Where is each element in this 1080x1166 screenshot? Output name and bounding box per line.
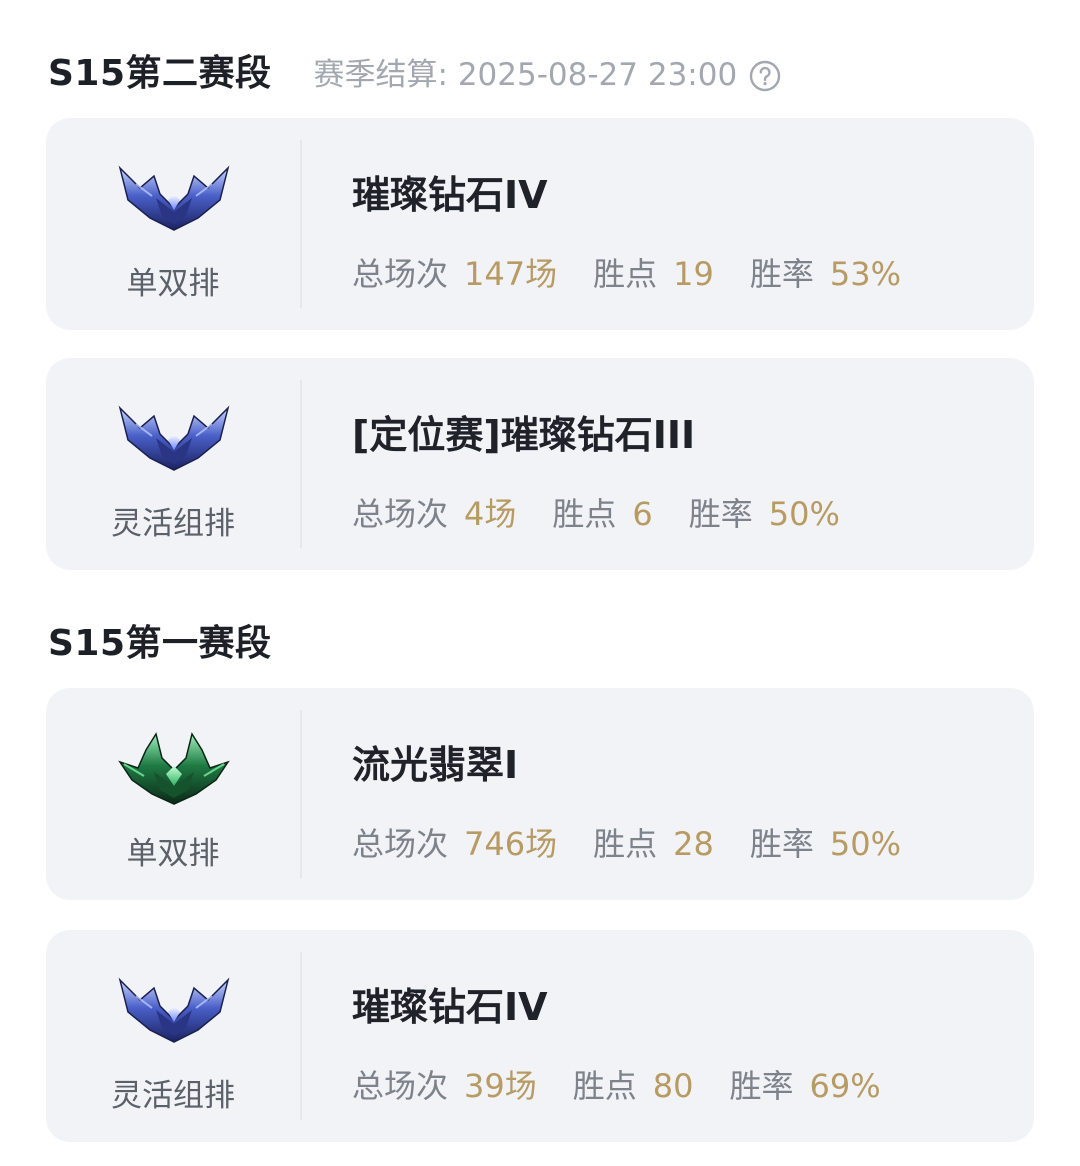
season-title: S15第二赛段 bbox=[48, 53, 272, 94]
rank-card[interactable]: 灵活组排 [定位赛]璀璨钻石III 总场次 4场 胜点 6 胜率 50% bbox=[46, 358, 1034, 570]
queue-type-label: 灵活组排 bbox=[111, 1078, 235, 1114]
league-points-stat: 胜点 28 bbox=[593, 819, 714, 865]
win-rate-stat: 胜率 53% bbox=[750, 249, 901, 295]
queue-type-label: 单双排 bbox=[126, 836, 220, 872]
league-points-value: 80 bbox=[652, 1067, 694, 1105]
diamond-emblem-icon bbox=[118, 977, 230, 1043]
rank-column: 单双排 bbox=[46, 688, 300, 900]
total-games-label: 总场次 bbox=[352, 825, 449, 863]
diamond-emblem-icon bbox=[118, 405, 230, 471]
queue-type-label: 灵活组排 bbox=[111, 506, 235, 542]
win-rate-value: 50% bbox=[829, 825, 901, 863]
divider bbox=[300, 952, 302, 1120]
total-games-label: 总场次 bbox=[352, 495, 449, 533]
league-points-value: 19 bbox=[673, 255, 714, 293]
rank-card[interactable]: 灵活组排 璀璨钻石IV 总场次 39场 胜点 80 胜率 69% bbox=[46, 930, 1034, 1142]
rank-column: 单双排 bbox=[46, 118, 300, 330]
divider bbox=[300, 710, 302, 878]
rank-name: 璀璨钻石IV bbox=[352, 173, 548, 217]
rank-info: 流光翡翠I 总场次 746场 胜点 28 胜率 50% bbox=[352, 734, 937, 865]
season-settle-text: 赛季结算: 2025-08-27 23:00 bbox=[313, 57, 738, 93]
rank-column: 灵活组排 bbox=[46, 930, 300, 1142]
win-rate-label: 胜率 bbox=[688, 495, 753, 533]
win-rate-value: 50% bbox=[768, 495, 840, 533]
win-rate-label: 胜率 bbox=[749, 255, 814, 293]
total-games-stat: 总场次 746场 bbox=[352, 819, 557, 865]
league-points-label: 胜点 bbox=[552, 495, 617, 533]
total-games-stat: 总场次 147场 bbox=[352, 249, 557, 295]
question-circle-icon[interactable] bbox=[749, 60, 781, 92]
rank-column: 灵活组排 bbox=[46, 358, 300, 570]
rank-info: 璀璨钻石IV 总场次 147场 胜点 19 胜率 53% bbox=[352, 164, 937, 295]
rank-info: [定位赛]璀璨钻石III 总场次 4场 胜点 6 胜率 50% bbox=[352, 404, 876, 535]
total-games-value: 4场 bbox=[464, 495, 517, 533]
win-rate-stat: 胜率 50% bbox=[689, 489, 840, 535]
total-games-value: 746场 bbox=[464, 825, 558, 863]
rank-name: 流光翡翠I bbox=[352, 743, 519, 787]
league-points-stat: 胜点 19 bbox=[593, 249, 714, 295]
league-points-label: 胜点 bbox=[593, 825, 658, 863]
divider bbox=[300, 140, 302, 308]
rank-card[interactable]: 单双排 流光翡翠I 总场次 746场 胜点 28 胜率 50% bbox=[46, 688, 1034, 900]
total-games-value: 147场 bbox=[464, 255, 558, 293]
league-points-value: 6 bbox=[632, 495, 653, 533]
rank-info: 璀璨钻石IV 总场次 39场 胜点 80 胜率 69% bbox=[352, 976, 917, 1107]
league-points-value: 28 bbox=[673, 825, 714, 863]
league-points-label: 胜点 bbox=[572, 1067, 637, 1105]
emerald-emblem-icon bbox=[118, 732, 230, 805]
league-points-stat: 胜点 6 bbox=[552, 489, 652, 535]
win-rate-stat: 胜率 69% bbox=[729, 1061, 880, 1107]
rank-stats: 总场次 746场 胜点 28 胜率 50% bbox=[352, 819, 937, 865]
win-rate-label: 胜率 bbox=[729, 1067, 794, 1105]
total-games-label: 总场次 bbox=[352, 255, 449, 293]
season-header: S15第二赛段 赛季结算: 2025-08-27 23:00 bbox=[48, 44, 781, 96]
total-games-stat: 总场次 39场 bbox=[352, 1061, 537, 1107]
rank-card[interactable]: 单双排 璀璨钻石IV 总场次 147场 胜点 19 胜率 53% bbox=[46, 118, 1034, 330]
win-rate-value: 69% bbox=[809, 1067, 881, 1105]
divider bbox=[300, 380, 302, 548]
queue-type-label: 单双排 bbox=[126, 266, 220, 302]
total-games-label: 总场次 bbox=[352, 1067, 449, 1105]
rank-stats: 总场次 147场 胜点 19 胜率 53% bbox=[352, 249, 937, 295]
diamond-emblem-icon bbox=[118, 165, 230, 231]
league-points-label: 胜点 bbox=[593, 255, 658, 293]
total-games-value: 39场 bbox=[464, 1067, 537, 1105]
rank-name: 璀璨钻石IV bbox=[352, 985, 548, 1029]
rank-stats: 总场次 39场 胜点 80 胜率 69% bbox=[352, 1061, 917, 1107]
total-games-stat: 总场次 4场 bbox=[352, 489, 516, 535]
rank-name: [定位赛]璀璨钻石III bbox=[352, 413, 696, 457]
league-points-stat: 胜点 80 bbox=[573, 1061, 694, 1107]
rank-stats: 总场次 4场 胜点 6 胜率 50% bbox=[352, 489, 876, 535]
season-title: S15第一赛段 bbox=[48, 623, 272, 664]
win-rate-stat: 胜率 50% bbox=[750, 819, 901, 865]
win-rate-label: 胜率 bbox=[749, 825, 814, 863]
season-header: S15第一赛段 bbox=[48, 614, 272, 666]
season-settle-time: 赛季结算: 2025-08-27 23:00 bbox=[314, 49, 782, 94]
win-rate-value: 53% bbox=[829, 255, 901, 293]
